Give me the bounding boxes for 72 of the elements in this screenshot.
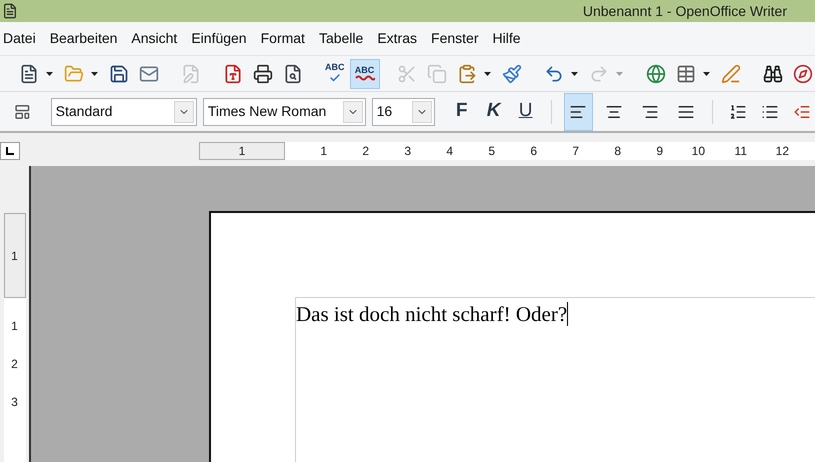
tab-stop-selector[interactable] — [0, 142, 20, 160]
pdf-document-icon — [223, 64, 243, 84]
dropdown-arrow-icon — [702, 72, 710, 76]
ruler-number: 6 — [529, 143, 537, 160]
text-style-button[interactable]: U — [512, 96, 539, 126]
dropdown-arrow-icon — [570, 72, 578, 76]
paragraph-style-dropdown[interactable]: Standard — [50, 98, 197, 126]
undo-icon — [544, 64, 564, 84]
print-icon — [253, 64, 273, 84]
ruler-number: 9 — [655, 143, 663, 160]
ruler-number: 10 — [690, 143, 705, 160]
menu-item[interactable]: Format — [260, 28, 305, 49]
checkmark-icon — [328, 72, 341, 84]
text-area[interactable]: Das ist doch nicht scharf! Oder? — [295, 297, 815, 462]
text-style-button[interactable]: K — [480, 96, 507, 126]
spellcheck-label: ABC — [325, 63, 344, 72]
menu-item[interactable]: Extras — [377, 28, 418, 49]
wavy-underline-icon — [354, 75, 374, 81]
menu-item[interactable]: Einfügen — [191, 28, 247, 49]
menu-item[interactable]: Tabelle — [318, 28, 364, 49]
dropdown-arrow-icon — [616, 72, 622, 76]
save-icon — [109, 64, 129, 84]
redo-icon — [588, 64, 608, 84]
dropdown-arrow-icon — [91, 72, 98, 76]
numbered-list-icon — [729, 102, 748, 120]
magnifier-page-icon — [283, 64, 303, 84]
window-title: Unbenannt 1 - OpenOffice Writer — [582, 2, 787, 21]
clipboard-icon — [456, 64, 476, 84]
pencil-icon — [720, 64, 740, 84]
font-size-dropdown[interactable]: 16 — [372, 98, 435, 126]
alignment-button[interactable] — [564, 92, 594, 130]
ruler-number: 8 — [613, 143, 621, 160]
tab-stop-icon — [6, 147, 14, 155]
ruler-number: 3 — [403, 143, 411, 160]
ruler-number: 3 — [11, 396, 18, 408]
ruler-number: 7 — [571, 143, 579, 160]
spellcheck-label: ABC — [354, 66, 374, 75]
table-icon — [676, 64, 696, 84]
document-text: Das ist doch nicht scharf! Oder? — [296, 302, 568, 326]
ruler-margin: 1 — [199, 142, 285, 160]
dropdown-arrow-icon — [484, 72, 490, 76]
menu-item[interactable]: Datei — [3, 28, 36, 49]
edit-document-icon — [181, 64, 201, 84]
ruler-number: 12 — [774, 143, 789, 160]
toolbar-button[interactable]: ABC — [320, 58, 350, 88]
toolbar-button[interactable]: ABC — [350, 58, 380, 88]
ruler-number: 5 — [487, 143, 495, 160]
ruler-number: 1 — [319, 143, 327, 160]
styles-icon[interactable] — [14, 102, 31, 120]
binoculars-icon — [762, 64, 782, 84]
app-icon — [2, 3, 18, 19]
new-document-icon — [19, 64, 39, 84]
text-style-button[interactable]: F — [448, 96, 475, 126]
menu-item[interactable]: Ansicht — [131, 28, 178, 49]
font-name-dropdown[interactable]: Times New Roman — [202, 98, 366, 126]
folder-icon — [64, 64, 84, 84]
ruler-number: 1 — [11, 320, 18, 332]
compass-icon — [792, 64, 812, 84]
ruler-number: 11 — [734, 143, 747, 160]
copy-icon — [426, 64, 446, 84]
menu-item[interactable]: Fenster — [431, 28, 478, 49]
dropdown-arrow-icon — [46, 72, 53, 76]
envelope-icon — [139, 64, 159, 84]
ruler-number: 4 — [445, 143, 453, 160]
ruler-number: 2 — [361, 143, 369, 160]
menu-item[interactable]: Hilfe — [492, 28, 520, 49]
paintbrush-icon — [502, 64, 522, 84]
menu-item[interactable]: Bearbeiten — [50, 28, 118, 49]
ruler-number: 2 — [11, 358, 18, 370]
vertical-ruler-margin: 1 — [4, 213, 26, 298]
scissors-icon — [396, 64, 416, 84]
globe-icon — [646, 64, 666, 84]
